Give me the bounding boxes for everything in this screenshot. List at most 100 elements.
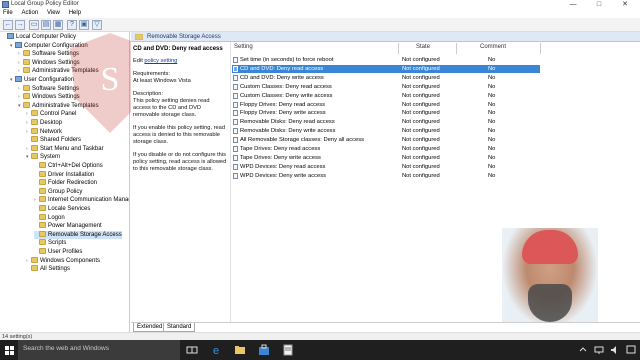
- menu-help[interactable]: Help: [66, 9, 85, 16]
- tab-extended[interactable]: Extended: [133, 323, 167, 332]
- maximize-button[interactable]: □: [586, 0, 612, 9]
- setting-row[interactable]: Custom Classes: Deny read access Not conf…: [232, 83, 540, 91]
- tree-item[interactable]: › Network: [26, 127, 62, 136]
- policy-setting-icon: [233, 57, 238, 63]
- edge-icon[interactable]: e: [210, 344, 222, 356]
- menu-bar: File Action View Help: [0, 9, 640, 18]
- up-folder-icon[interactable]: ▭: [29, 20, 39, 30]
- setting-row[interactable]: Floppy Drives: Deny read access Not confi…: [232, 101, 540, 109]
- folder-icon: [39, 170, 46, 177]
- network-icon[interactable]: [594, 345, 604, 355]
- setting-comment: No: [488, 101, 496, 108]
- column-state[interactable]: State: [416, 44, 430, 53]
- tree-item[interactable]: Folder Redirection: [34, 179, 97, 187]
- folder-icon: [31, 256, 38, 263]
- window-title: Local Group Policy Editor: [11, 1, 79, 7]
- setting-state: Not configured: [402, 83, 440, 90]
- setting-state: Not configured: [402, 163, 440, 170]
- edit-policy-link[interactable]: policy setting: [144, 58, 177, 64]
- setting-name: Custom Classes: Deny read access: [240, 83, 332, 90]
- folder-icon: [39, 248, 46, 254]
- tree-item[interactable]: Group Policy: [34, 187, 83, 196]
- column-comment[interactable]: Comment: [480, 44, 506, 53]
- setting-row[interactable]: Floppy Drives: Deny write access Not conf…: [232, 109, 540, 117]
- tree-item[interactable]: › Desktop: [26, 119, 62, 127]
- notepad-icon[interactable]: [282, 344, 294, 356]
- setting-row[interactable]: CD and DVD: Deny read access Not configur…: [232, 64, 540, 73]
- column-setting[interactable]: Setting: [234, 44, 253, 53]
- requirements-label: Requirements:: [133, 71, 170, 77]
- show-hide-tree-icon[interactable]: ▤: [41, 20, 51, 30]
- folder-icon: [39, 230, 46, 237]
- tree-item[interactable]: Locale Services: [34, 205, 90, 213]
- setting-row[interactable]: Set time (in seconds) to force reboot Not…: [232, 56, 540, 64]
- details-header: Removable Storage Access: [131, 32, 640, 42]
- setting-comment: No: [488, 172, 496, 179]
- volume-icon[interactable]: [610, 345, 620, 355]
- folder-icon: [39, 239, 46, 246]
- setting-state: Not configured: [402, 128, 440, 135]
- setting-row[interactable]: WPD Devices: Deny read access Not configu…: [232, 163, 540, 171]
- tree-item[interactable]: ▾ System: [26, 153, 60, 161]
- tree-item-label: Power Management: [48, 223, 102, 230]
- file-explorer-icon[interactable]: [234, 344, 246, 356]
- svg-text:e: e: [213, 345, 219, 356]
- setting-row[interactable]: Tape Drives: Deny write access Not config…: [232, 154, 540, 162]
- store-icon[interactable]: [258, 344, 270, 356]
- column-divider[interactable]: [398, 43, 399, 54]
- system-tray[interactable]: [570, 340, 640, 360]
- enabled-text: If you enable this policy setting, read …: [133, 125, 226, 145]
- tree-item[interactable]: Power Management: [34, 222, 102, 230]
- tree-item[interactable]: User Profiles: [34, 248, 82, 256]
- tree-item[interactable]: › Windows Components: [26, 256, 100, 265]
- task-view-icon[interactable]: [186, 344, 198, 356]
- tree-item[interactable]: Ctrl+Alt+Del Options: [34, 162, 103, 170]
- tab-standard[interactable]: Standard: [163, 323, 196, 332]
- computer-icon: [7, 33, 14, 39]
- folder-icon: [31, 127, 38, 134]
- folder-icon: [31, 119, 38, 125]
- tree-item-label: Group Policy: [48, 188, 83, 195]
- start-button[interactable]: [0, 340, 18, 360]
- setting-row[interactable]: Removable Disks: Deny read access Not con…: [232, 118, 540, 126]
- description-block: Description: This policy setting denies …: [133, 91, 228, 119]
- setting-name: WPD Devices: Deny write access: [240, 172, 327, 179]
- tree-item-label: Internet Communication Manage: [48, 197, 130, 204]
- view-tabs: Extended Standard: [131, 322, 640, 332]
- chevron-up-icon[interactable]: [578, 345, 588, 355]
- title-bar: Local Group Policy Editor — □ ✕: [0, 0, 640, 9]
- tree-item[interactable]: Scripts: [34, 239, 66, 247]
- tree-item[interactable]: All Settings: [26, 265, 70, 273]
- close-button[interactable]: ✕: [612, 0, 638, 9]
- setting-row[interactable]: Removable Disks: Deny write access Not co…: [232, 127, 540, 135]
- tree-item[interactable]: › Start Menu and Taskbar: [26, 144, 104, 153]
- policy-setting-icon: [233, 110, 238, 117]
- policy-setting-icon: [233, 74, 238, 81]
- tree-item[interactable]: Logon: [34, 213, 65, 222]
- folder-icon: [31, 136, 38, 143]
- setting-name: CD and DVD: Deny write access: [240, 74, 324, 81]
- setting-row[interactable]: All Removable Storage classes: Deny all …: [232, 136, 540, 144]
- notifications-icon[interactable]: [626, 345, 636, 355]
- menu-view[interactable]: View: [44, 9, 64, 16]
- tree-item[interactable]: › Internet Communication Manage: [34, 196, 130, 204]
- tree-item-label: System: [40, 154, 61, 161]
- setting-row[interactable]: Custom Classes: Deny write access Not con…: [232, 92, 540, 100]
- minimize-button[interactable]: —: [560, 0, 586, 9]
- column-divider[interactable]: [456, 43, 457, 54]
- back-arrow-icon[interactable]: ←: [3, 20, 13, 30]
- svg-text:S: S: [101, 61, 120, 98]
- menu-action[interactable]: Action: [18, 9, 42, 16]
- tree-item[interactable]: Driver Installation: [34, 170, 94, 179]
- setting-row[interactable]: CD and DVD: Deny write access Not configu…: [232, 74, 540, 82]
- setting-row[interactable]: Tape Drives: Deny read access Not configu…: [232, 145, 540, 153]
- tree-item[interactable]: Removable Storage Access: [34, 230, 122, 239]
- computer-icon: [15, 41, 22, 48]
- status-bar: 14 setting(s): [0, 332, 640, 340]
- menu-file[interactable]: File: [0, 9, 17, 16]
- column-divider[interactable]: [540, 43, 541, 54]
- forward-arrow-icon[interactable]: →: [15, 20, 25, 30]
- setting-row[interactable]: WPD Devices: Deny write access Not config…: [232, 172, 540, 180]
- setting-state: Not configured: [402, 101, 440, 108]
- taskbar-search[interactable]: Search the web and Windows: [18, 340, 180, 360]
